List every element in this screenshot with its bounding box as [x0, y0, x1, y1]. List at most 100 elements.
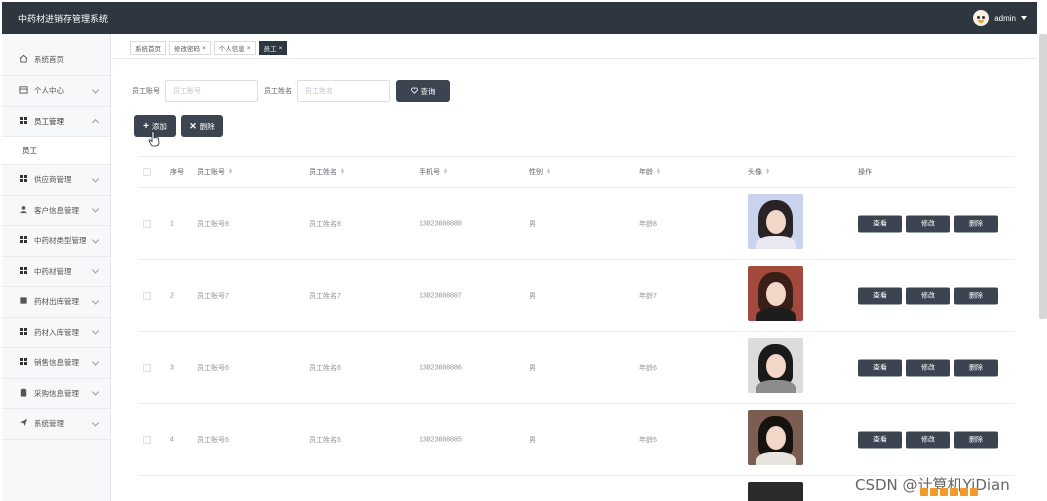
view-button[interactable]: 查看	[858, 359, 902, 376]
chevron-down-icon	[91, 86, 100, 94]
header-avatar[interactable]: 头像 ▲ ▼	[748, 167, 770, 177]
edit-button[interactable]: 修改	[906, 359, 950, 376]
header-index: 序号	[170, 169, 184, 176]
sidebar-item-herb-outbound-management[interactable]: 药材出库管理	[2, 287, 110, 318]
sort-icon[interactable]: ▲ ▼	[546, 168, 551, 176]
cell-sex: 男	[529, 220, 536, 228]
add-button-label: 添加	[151, 121, 167, 131]
row-checkbox[interactable]	[143, 219, 151, 228]
chevron-down-icon	[91, 205, 100, 213]
sidebar-item-label: 药材入库管理	[34, 327, 79, 337]
name-label: 员工姓名	[264, 88, 292, 95]
account-input[interactable]	[165, 80, 258, 102]
employee-photo[interactable]	[748, 482, 803, 501]
view-button[interactable]: 查看	[858, 287, 902, 304]
sort-icon[interactable]: ▲ ▼	[443, 168, 448, 176]
employee-photo[interactable]	[748, 338, 803, 393]
tray-icon[interactable]	[930, 488, 938, 496]
sidebar: 系统首页 个人中心 员工管理 员工 供应商管理 客户信息管理 中药材类型管理 中…	[2, 34, 111, 501]
sidebar-item-supplier-management[interactable]: 供应商管理	[2, 165, 110, 196]
user-icon	[18, 205, 28, 216]
sidebar-item-system-management[interactable]: 系统管理	[2, 409, 110, 440]
header-name-label: 员工姓名	[309, 169, 337, 176]
account-label: 员工账号	[132, 88, 160, 95]
sort-icon[interactable]: ▲ ▼	[228, 168, 233, 176]
tab-home[interactable]: 系统首页	[130, 41, 166, 55]
view-button[interactable]: 查看	[858, 431, 902, 448]
grid-icon	[18, 266, 28, 276]
sidebar-item-herb-management[interactable]: 中药材管理	[2, 257, 110, 287]
user-avatar[interactable]	[973, 10, 990, 26]
header-age[interactable]: 年龄 ▲ ▼	[639, 167, 661, 177]
sidebar-item-customer-management[interactable]: 客户信息管理	[2, 196, 110, 226]
tab-change-password[interactable]: 修改密码 ×	[169, 41, 211, 55]
select-all-checkbox[interactable]	[143, 168, 151, 176]
hand-cursor-icon	[148, 131, 160, 147]
query-button[interactable]: 查询	[396, 80, 450, 102]
header-sex-label: 性别	[529, 169, 543, 176]
scrollbar[interactable]	[1039, 34, 1047, 319]
tray-icon[interactable]	[940, 488, 948, 496]
sort-icon[interactable]: ▲ ▼	[340, 168, 345, 176]
edit-button[interactable]: 修改	[906, 431, 950, 448]
chevron-down-icon	[91, 327, 100, 335]
close-icon[interactable]: ×	[247, 45, 251, 52]
cell-index: 4	[170, 436, 174, 443]
sidebar-subitem-employee[interactable]: 员工	[2, 137, 110, 165]
header-name[interactable]: 员工姓名 ▲ ▼	[309, 167, 345, 177]
user-name[interactable]: admin	[994, 14, 1016, 23]
sidebar-item-home[interactable]: 系统首页	[2, 34, 110, 76]
user-menu[interactable]: admin	[973, 10, 1027, 26]
delete-row-button[interactable]: 删除	[954, 431, 998, 448]
close-icon: ✕	[189, 120, 197, 131]
header-account[interactable]: 员工账号 ▲ ▼	[197, 167, 233, 177]
edit-button[interactable]: 修改	[906, 215, 950, 232]
chevron-down-icon	[91, 419, 100, 427]
sidebar-item-herb-inbound-management[interactable]: 药材入库管理	[2, 318, 110, 348]
close-icon[interactable]: ×	[279, 45, 283, 52]
sort-icon[interactable]: ▲ ▼	[656, 168, 661, 176]
cell-name: 员工姓名8	[309, 220, 341, 228]
sidebar-item-sales-management[interactable]: 销售信息管理	[2, 348, 110, 379]
delete-row-button[interactable]: 删除	[954, 215, 998, 232]
grid-icon	[18, 236, 28, 245]
tray-icon[interactable]	[950, 488, 958, 496]
cell-name: 员工姓名7	[309, 292, 341, 300]
cell-phone: 13823888886	[419, 364, 462, 371]
cell-age: 年龄7	[639, 292, 657, 300]
delete-row-button[interactable]: 删除	[954, 287, 998, 304]
sidebar-item-label: 销售信息管理	[34, 358, 79, 368]
delete-button[interactable]: ✕ 删除	[181, 115, 223, 137]
sidebar-item-employee-management[interactable]: 员工管理	[2, 107, 110, 137]
caret-down-icon[interactable]	[1021, 16, 1027, 20]
name-input[interactable]	[297, 80, 390, 102]
row-checkbox[interactable]	[143, 291, 151, 300]
close-icon[interactable]: ×	[202, 45, 206, 52]
tray-icon[interactable]	[920, 488, 928, 496]
clipboard-icon	[18, 388, 28, 399]
query-button-label: 查询	[420, 86, 436, 96]
cell-age: 年龄6	[639, 364, 657, 372]
cell-phone: 13823888885	[419, 436, 462, 443]
sidebar-item-purchase-management[interactable]: 采购信息管理	[2, 379, 110, 409]
view-button[interactable]: 查看	[858, 215, 902, 232]
search-form: 员工账号 员工姓名 查询	[132, 80, 450, 102]
edit-button[interactable]: 修改	[906, 287, 950, 304]
tray-icon[interactable]	[960, 488, 968, 496]
tab-employee[interactable]: 员工 ×	[258, 41, 288, 55]
header-phone[interactable]: 手机号 ▲ ▼	[419, 167, 448, 177]
tab-personal-info[interactable]: 个人信息 ×	[213, 41, 256, 55]
employee-photo[interactable]	[748, 194, 803, 249]
header-ops: 操作	[858, 169, 872, 176]
row-checkbox[interactable]	[143, 363, 151, 372]
employee-photo[interactable]	[748, 410, 803, 465]
sidebar-item-personal-center[interactable]: 个人中心	[2, 76, 110, 107]
tray-icon[interactable]	[970, 488, 978, 496]
header-sex[interactable]: 性别 ▲ ▼	[529, 167, 551, 177]
sort-icon[interactable]: ▲ ▼	[765, 168, 770, 176]
row-checkbox[interactable]	[143, 435, 151, 444]
delete-row-button[interactable]: 删除	[954, 359, 998, 376]
employee-photo[interactable]	[748, 266, 803, 321]
sidebar-item-herb-type-management[interactable]: 中药材类型管理	[2, 226, 110, 257]
heart-icon	[410, 87, 418, 96]
